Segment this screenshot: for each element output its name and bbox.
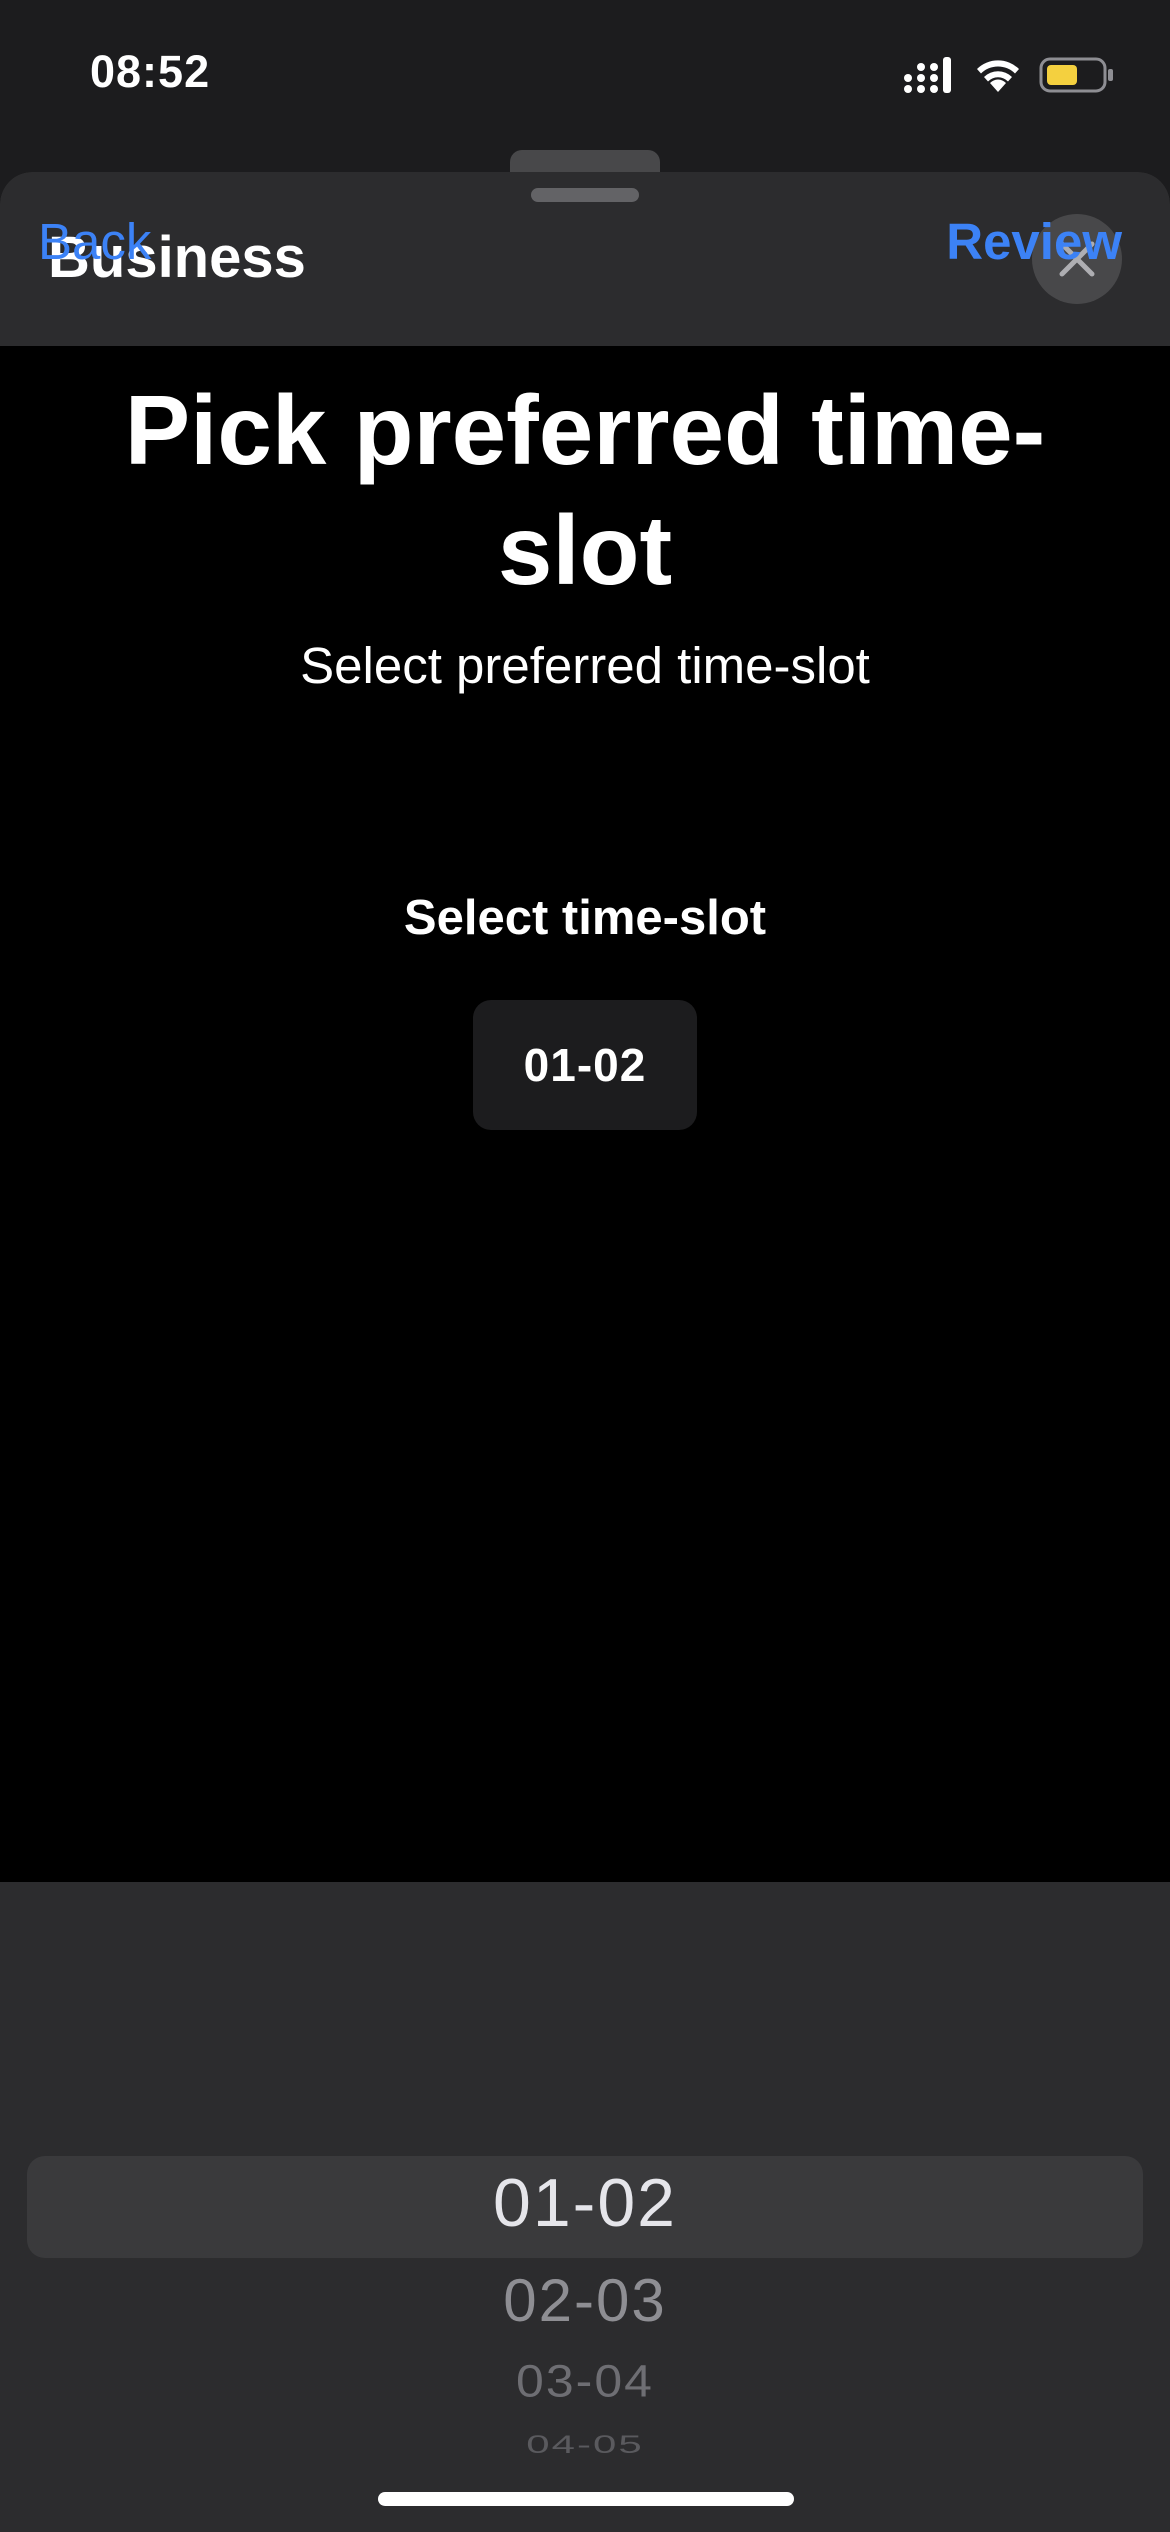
battery-icon bbox=[1039, 57, 1113, 93]
status-icons bbox=[903, 52, 1115, 98]
time-slot-label: Select time-slot bbox=[403, 891, 767, 945]
review-button[interactable]: Review bbox=[946, 212, 1122, 271]
screen: 08:52 Business Back Review Pick preferre… bbox=[0, 0, 1170, 2532]
page-subtitle: Select preferred time-slot bbox=[300, 637, 870, 694]
page-title: Pick preferred time-slot bbox=[124, 375, 1046, 605]
picker-option[interactable]: 01-02 bbox=[0, 2164, 1170, 2242]
picker-option[interactable]: 03-04 bbox=[0, 2355, 1170, 2407]
time-slot-selector[interactable]: 01-02 bbox=[473, 1000, 697, 1130]
picker-option[interactable]: 02-03 bbox=[0, 2266, 1170, 2335]
home-indicator bbox=[378, 2492, 794, 2506]
back-button[interactable]: Back bbox=[38, 212, 151, 271]
sheet-grabber[interactable] bbox=[531, 188, 639, 202]
wifi-icon bbox=[977, 60, 1019, 92]
cellular-signal-icon bbox=[904, 57, 951, 93]
status-time: 08:52 bbox=[90, 46, 211, 97]
status-bar: 08:52 bbox=[0, 0, 1170, 150]
picker-option[interactable]: 04-05 bbox=[0, 2430, 1170, 2454]
time-slot-picker[interactable]: 01-02 02-03 03-04 04-05 bbox=[0, 1882, 1170, 2532]
